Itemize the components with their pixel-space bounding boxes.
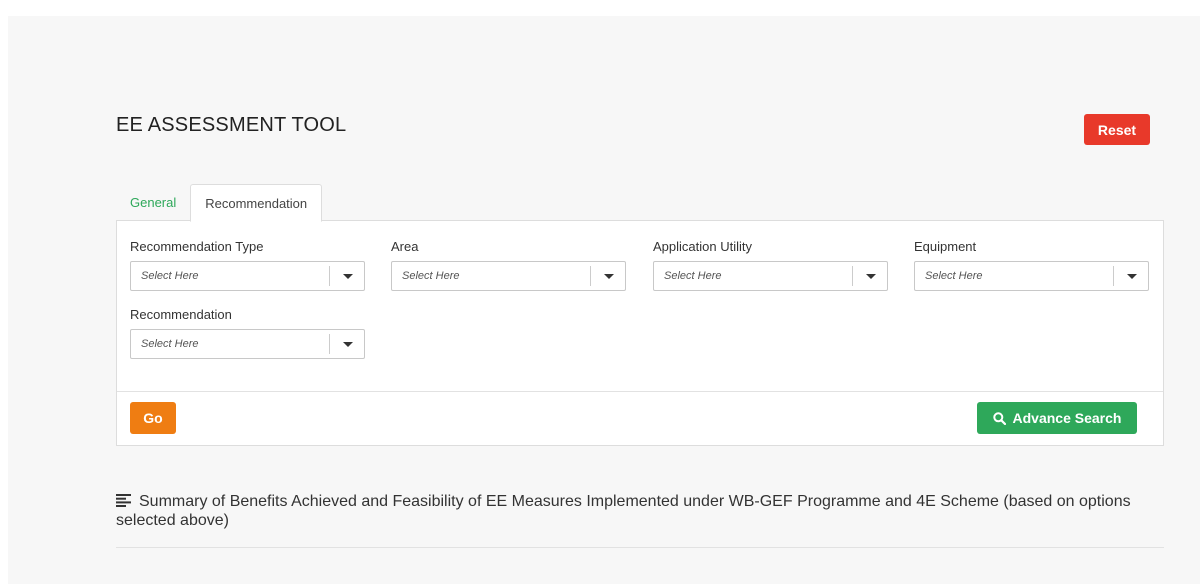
select-divider [329, 334, 330, 354]
filter-recommendation-type: Recommendation Type Select Here [130, 239, 365, 291]
summary-divider [116, 547, 1164, 548]
tab-general[interactable]: General [116, 184, 190, 221]
select-divider [852, 266, 853, 286]
select-divider [1113, 266, 1114, 286]
go-button[interactable]: Go [130, 402, 176, 434]
filter-label: Area [391, 239, 419, 254]
tab-recommendation[interactable]: Recommendation [190, 184, 323, 222]
advance-search-button[interactable]: Advance Search [977, 402, 1137, 434]
filter-label: Recommendation [130, 307, 232, 322]
summary-heading: Summary of Benefits Achieved and Feasibi… [116, 492, 1164, 530]
caret-down-icon[interactable] [343, 274, 353, 279]
area-select[interactable]: Select Here [391, 261, 626, 291]
page-container: EE ASSESSMENT TOOL Reset General Recomme… [8, 16, 1200, 584]
filter-equipment: Equipment Select Here [914, 239, 1149, 291]
advance-search-label: Advance Search [1012, 410, 1122, 426]
select-placeholder: Select Here [141, 338, 199, 350]
caret-down-icon[interactable] [866, 274, 876, 279]
filter-recommendation: Recommendation Select Here [130, 307, 365, 359]
tab-bar: General Recommendation [116, 184, 323, 222]
select-divider [590, 266, 591, 286]
caret-down-icon[interactable] [1127, 274, 1137, 279]
search-icon [992, 411, 1006, 425]
select-placeholder: Select Here [141, 270, 199, 282]
filter-panel: Recommendation Type Select Here Area Sel… [116, 220, 1164, 446]
reset-button[interactable]: Reset [1084, 114, 1150, 145]
summary-text: Summary of Benefits Achieved and Feasibi… [116, 493, 1131, 529]
caret-down-icon[interactable] [604, 274, 614, 279]
application-utility-select[interactable]: Select Here [653, 261, 888, 291]
filter-application-utility: Application Utility Select Here [653, 239, 888, 291]
filter-label: Application Utility [653, 239, 752, 254]
filter-label: Recommendation Type [130, 239, 264, 254]
recommendation-type-select[interactable]: Select Here [130, 261, 365, 291]
list-icon [116, 494, 131, 507]
filter-area: Area Select Here [391, 239, 626, 291]
select-placeholder: Select Here [402, 270, 460, 282]
select-placeholder: Select Here [664, 270, 722, 282]
select-divider [329, 266, 330, 286]
select-placeholder: Select Here [925, 270, 983, 282]
recommendation-select[interactable]: Select Here [130, 329, 365, 359]
equipment-select[interactable]: Select Here [914, 261, 1149, 291]
page-title: EE ASSESSMENT TOOL [116, 114, 347, 136]
panel-footer-divider [117, 391, 1163, 392]
filter-label: Equipment [914, 239, 977, 254]
caret-down-icon[interactable] [343, 342, 353, 347]
